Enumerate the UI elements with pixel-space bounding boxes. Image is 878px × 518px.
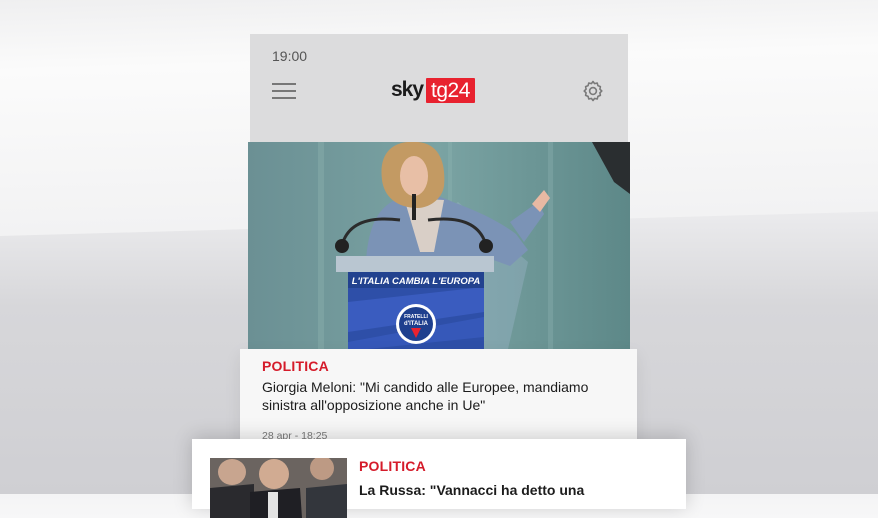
thumbnail-photo [210,458,347,518]
hamburger-menu-icon[interactable] [272,83,296,99]
sky-tg24-logo[interactable]: sky tg24 [391,77,475,103]
logo-tg24-text: tg24 [426,77,475,103]
article-card[interactable]: POLITICA La Russa: "Vannacci ha detto un… [192,439,686,518]
logo-sky-text: sky [391,78,424,101]
app-header: 19:00 sky tg24 [250,34,628,142]
hero-photo: FRATELLI d'ITALIA L'ITALIA CAMBIA L'EURO… [248,142,630,349]
podium-slogan: L'ITALIA CAMBIA L'EUROPA [352,276,481,287]
party-badge-line1: FRATELLI [404,314,428,320]
party-badge-line2: d'ITALIA [404,321,429,327]
status-time: 19:00 [272,48,308,64]
hero-image[interactable]: FRATELLI d'ITALIA L'ITALIA CAMBIA L'EURO… [248,142,630,349]
article-category: POLITICA [262,358,329,374]
article-title[interactable]: La Russa: "Vannacci ha detto una [359,482,669,500]
article-title[interactable]: Giorgia Meloni: "Mi candido alle Europee… [262,379,622,414]
article-category: POLITICA [359,458,426,474]
article-thumbnail[interactable] [210,458,347,518]
gear-icon[interactable] [581,79,605,103]
